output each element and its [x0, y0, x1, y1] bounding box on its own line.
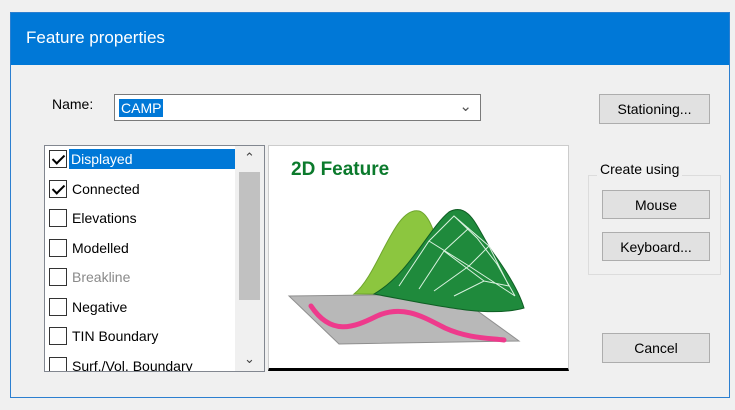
preview-title: 2D Feature — [291, 159, 390, 180]
list-item-label: Modelled — [72, 239, 129, 256]
list-item[interactable]: Surf./Vol. Boundary — [45, 353, 235, 372]
list-item-label: Negative — [72, 298, 128, 315]
keyboard-button[interactable]: Keyboard... — [602, 232, 710, 261]
list-item[interactable]: Elevations — [45, 205, 235, 235]
list-item[interactable]: Displayed — [45, 146, 235, 176]
scroll-thumb[interactable] — [239, 172, 260, 300]
list-item-label: Displayed — [69, 149, 235, 169]
checkbox[interactable] — [49, 179, 67, 198]
name-value[interactable]: CAMP — [119, 99, 164, 117]
list-item[interactable]: TIN Boundary — [45, 323, 235, 353]
cancel-button[interactable]: Cancel — [602, 333, 710, 363]
dialog-title: Feature properties — [26, 28, 165, 47]
list-scrollbar[interactable]: ⌃ ⌄ — [235, 146, 264, 371]
create-using-label: Create using — [597, 161, 683, 177]
checkbox[interactable] — [49, 327, 67, 345]
checkbox[interactable] — [49, 238, 67, 257]
list-item[interactable]: Connected — [45, 176, 235, 206]
scroll-down-icon[interactable]: ⌄ — [235, 347, 264, 371]
checkbox[interactable] — [49, 268, 67, 286]
name-label: Name: — [52, 96, 94, 112]
list-item[interactable]: Negative — [45, 294, 235, 324]
feature-options-list[interactable]: Displayed Connected Elevations Modelled Brea… — [44, 145, 265, 372]
list-item-label: Breakline — [72, 269, 131, 285]
mouse-button[interactable]: Mouse — [602, 190, 710, 219]
list-item-label: Connected — [72, 180, 140, 197]
feature-properties-dialog: Feature properties Name: CAMP ⌄ Stationi… — [10, 12, 730, 398]
checkbox[interactable] — [49, 297, 67, 316]
chevron-down-icon[interactable]: ⌄ — [459, 97, 472, 115]
checkbox[interactable] — [49, 356, 67, 371]
list-item[interactable]: Modelled — [45, 235, 235, 265]
list-item-label: TIN Boundary — [72, 328, 159, 344]
name-combobox[interactable]: CAMP ⌄ — [114, 94, 481, 121]
checkbox[interactable] — [49, 150, 67, 168]
title-bar[interactable]: Feature properties — [11, 13, 729, 65]
scroll-up-icon[interactable]: ⌃ — [235, 146, 264, 170]
stationing-button[interactable]: Stationing... — [599, 94, 710, 124]
list-item-label: Surf./Vol. Boundary — [72, 357, 193, 372]
list-item-label: Elevations — [72, 210, 137, 226]
checkbox[interactable] — [49, 209, 67, 227]
options-items: Displayed Connected Elevations Modelled Brea… — [45, 146, 235, 371]
feature-preview-image: 2D Feature — [268, 145, 569, 371]
list-item[interactable]: Breakline — [45, 264, 235, 294]
